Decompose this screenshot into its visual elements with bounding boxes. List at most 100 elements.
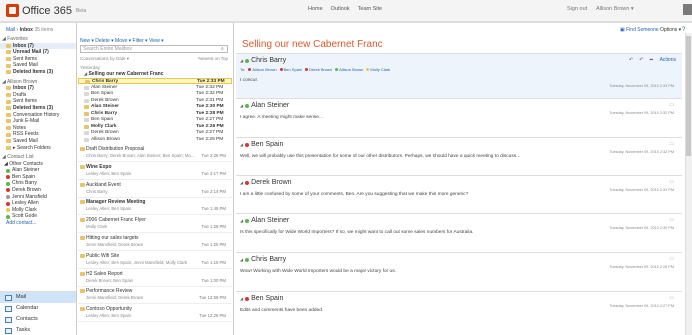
contact-item[interactable]: Ben Spain	[0, 174, 76, 181]
pane-divider[interactable]	[76, 23, 77, 335]
message-item[interactable]: ◢ Derek Brown ▭ I am a little confused by s…	[236, 175, 682, 213]
contact-item[interactable]: Jenni Mansfield	[0, 194, 76, 201]
folder-deleted-items[interactable]: Deleted Items (3)	[0, 105, 76, 112]
folder-drafts[interactable]: Drafts	[0, 92, 76, 99]
message-sender[interactable]: ◢ Ben Spain	[240, 141, 283, 148]
message-sender[interactable]: ◢ Derek Brown	[240, 179, 292, 186]
reply-icon[interactable]: ▭	[669, 295, 674, 301]
folder-notes[interactable]: Notes	[0, 125, 76, 132]
folder-search-folders[interactable]: ▸ Search Folders	[0, 145, 76, 152]
breadcrumb-mail[interactable]: Mail	[6, 27, 15, 33]
conversation-item[interactable]: Auckland Event Chris Barry Tue 2:14 PM	[78, 181, 232, 198]
conversations-by-date[interactable]: Conversations by Date ▾	[80, 56, 129, 62]
conversation-item[interactable]: Wine Expo Lesley Allen; Ben Spain Tue 2:17…	[78, 163, 232, 180]
add-contact-link[interactable]: Add contact...	[0, 220, 76, 227]
message-item[interactable]: ◢ Alan Steiner ▭ I agree. A meeting might m…	[236, 98, 682, 137]
recipient[interactable]: Ben Spain	[279, 67, 302, 72]
message-item[interactable]: ◢ Alan Steiner ▭ Is this specifically for W…	[236, 213, 682, 252]
thread-message-row[interactable]: Alan Steiner Tue 2:32 PM	[78, 85, 232, 91]
thread-message-row[interactable]: Derek Brown Tue 2:27 PM	[78, 130, 232, 136]
contact-item[interactable]: Chris Barry	[0, 180, 76, 187]
contact-item[interactable]: Lesley Allen	[0, 200, 76, 207]
list-toolbar[interactable]: New ▾ Delete ▾ Move ▾ Filter ▾ View ▾	[80, 38, 164, 44]
favorite-unread-mail[interactable]: Unread Mail (7)	[0, 49, 76, 56]
search-icon[interactable]: ⌕	[221, 46, 224, 52]
expand-icon[interactable]: ◢	[240, 296, 243, 301]
reply-icon[interactable]: ▭	[669, 217, 674, 223]
options-menu[interactable]: Options ▾	[660, 27, 681, 33]
folder-junk[interactable]: Junk E-Mail	[0, 118, 76, 125]
folder-conversation-history[interactable]: Conversation History	[0, 112, 76, 119]
module-mail[interactable]: Mail	[0, 292, 76, 303]
find-someone-link[interactable]: ▣ Find Someone	[620, 27, 659, 33]
message-item[interactable]: ◢ Chris Barry ▭ Wow! Working with Wide Worl…	[236, 252, 682, 291]
expand-icon[interactable]: ◢	[240, 257, 243, 262]
reply-all-icon[interactable]: ↶	[639, 57, 643, 63]
other-contacts-header[interactable]: ◢ Other Contacts	[0, 161, 76, 168]
favorite-deleted-items[interactable]: Deleted Items (3)	[0, 69, 76, 76]
conversation-item[interactable]: H2 Sales Report Derek Brown; Ben Spain Tue…	[78, 270, 232, 287]
folder-rss[interactable]: RSS Feeds	[0, 131, 76, 138]
conversation-item[interactable]: 2006 Cabernet Franc Flyer Molly Clark Tue …	[78, 216, 232, 234]
thread-message-row[interactable]: Chris Barry Tue 2:33 PM	[78, 78, 232, 85]
conversation-item[interactable]: Hitting our sales targets Jenni Mansfield…	[78, 234, 232, 251]
conversation-item[interactable]: Performance Review Jenni Mansfield; Derek…	[78, 287, 232, 305]
message-item[interactable]: ◢ Ben Spain ▭ Well, we will probably use th…	[236, 137, 682, 175]
expand-icon[interactable]: ◢	[240, 142, 243, 147]
forward-icon[interactable]: ➦	[649, 57, 653, 63]
favorites-header[interactable]: ◢ Favorites	[0, 36, 76, 43]
folder-inbox[interactable]: Inbox (7)	[0, 85, 76, 92]
recipient[interactable]: Derek Brown	[305, 67, 332, 72]
module-contacts[interactable]: Contacts	[0, 314, 76, 325]
avatar[interactable]	[683, 4, 692, 15]
office365-logo[interactable]: Office 365 Beta	[6, 3, 86, 18]
reply-icon[interactable]: ▭	[669, 179, 674, 185]
scrollbar-thumb[interactable]	[686, 36, 691, 156]
favorite-inbox[interactable]: Inbox (7)	[0, 42, 76, 50]
contact-item[interactable]: Alan Steiner	[0, 167, 76, 174]
message-sender[interactable]: ◢ Alan Steiner	[240, 102, 289, 109]
sign-out-link[interactable]: Sign out	[567, 6, 587, 12]
reply-icon[interactable]: ▭	[669, 256, 674, 262]
actions-menu[interactable]: Actions	[660, 57, 676, 63]
pane-divider[interactable]	[233, 23, 234, 335]
conversation-item[interactable]: Contoso Opportunity Lesley Allen; Ben Spa…	[78, 305, 232, 323]
reply-icon[interactable]: ↶	[629, 57, 633, 63]
topnav-home[interactable]: Home	[308, 6, 323, 12]
reply-icon[interactable]: ▭	[669, 141, 674, 147]
message-sender[interactable]: ◢ Ben Spain	[240, 295, 283, 302]
message-sender[interactable]: ◢ Chris Barry	[240, 256, 286, 263]
topnav-outlook[interactable]: Outlook	[331, 6, 350, 12]
conversation-item[interactable]: Public Wifi Site Lesley Allen; Ben Spain;…	[78, 252, 232, 269]
expand-icon[interactable]: ◢	[240, 218, 243, 223]
expand-icon[interactable]: ◢	[240, 180, 243, 185]
favorite-sent-items[interactable]: Sent Items	[0, 56, 76, 63]
thread-header[interactable]: ◢ Selling our new Cabernet Franc	[84, 71, 163, 77]
contact-item[interactable]: Derek Brown	[0, 187, 76, 194]
mailbox-header[interactable]: ◢ Allison Brown	[0, 79, 76, 86]
contact-list-header[interactable]: ◢ Contact List	[0, 154, 76, 161]
expand-icon[interactable]: ◢	[240, 103, 243, 108]
sort-order[interactable]: Newest on Top	[198, 56, 228, 62]
message-sender[interactable]: ◢ Chris Barry	[240, 57, 286, 64]
message-item[interactable]: ◢ Ben Spain ▭ Edits and comments have been …	[236, 291, 682, 335]
thread-message-row[interactable]: Allison Brown Tue 2:25 PM	[78, 137, 232, 143]
contact-item[interactable]: Scott Gode	[0, 213, 76, 220]
message-item[interactable]: ◢ Chris Barry To: Allison Brown Ben Spain Der…	[236, 53, 682, 98]
recipient[interactable]: Molly Clark	[366, 67, 390, 72]
recipient[interactable]: Allison Brown	[248, 67, 277, 72]
module-tasks[interactable]: Tasks	[0, 325, 76, 335]
thread-message-row[interactable]: Alan Steiner Tue 2:30 PM	[78, 104, 232, 110]
recipient[interactable]: Allison Brown	[335, 67, 363, 72]
favorite-saved-mail[interactable]: Saved Mail	[0, 62, 76, 69]
search-input[interactable]: Search Entire Mailbox	[80, 45, 228, 53]
topnav-team-site[interactable]: Team Site	[358, 6, 382, 12]
thread-message-row[interactable]: Ben Spain Tue 2:32 PM	[78, 91, 232, 97]
folder-sent-items[interactable]: Sent Items	[0, 98, 76, 105]
message-sender[interactable]: ◢ Alan Steiner	[240, 217, 289, 224]
reply-icon[interactable]: ▭	[669, 102, 674, 108]
thread-message-row[interactable]: Molly Clark Tue 2:26 PM	[78, 124, 232, 130]
user-menu[interactable]: Allison Brown ▾	[596, 6, 634, 12]
folder-saved-mail[interactable]: Saved Mail	[0, 138, 76, 145]
conversation-item[interactable]: Manager Review Meeting Lesley Allen; Ben …	[78, 198, 232, 216]
